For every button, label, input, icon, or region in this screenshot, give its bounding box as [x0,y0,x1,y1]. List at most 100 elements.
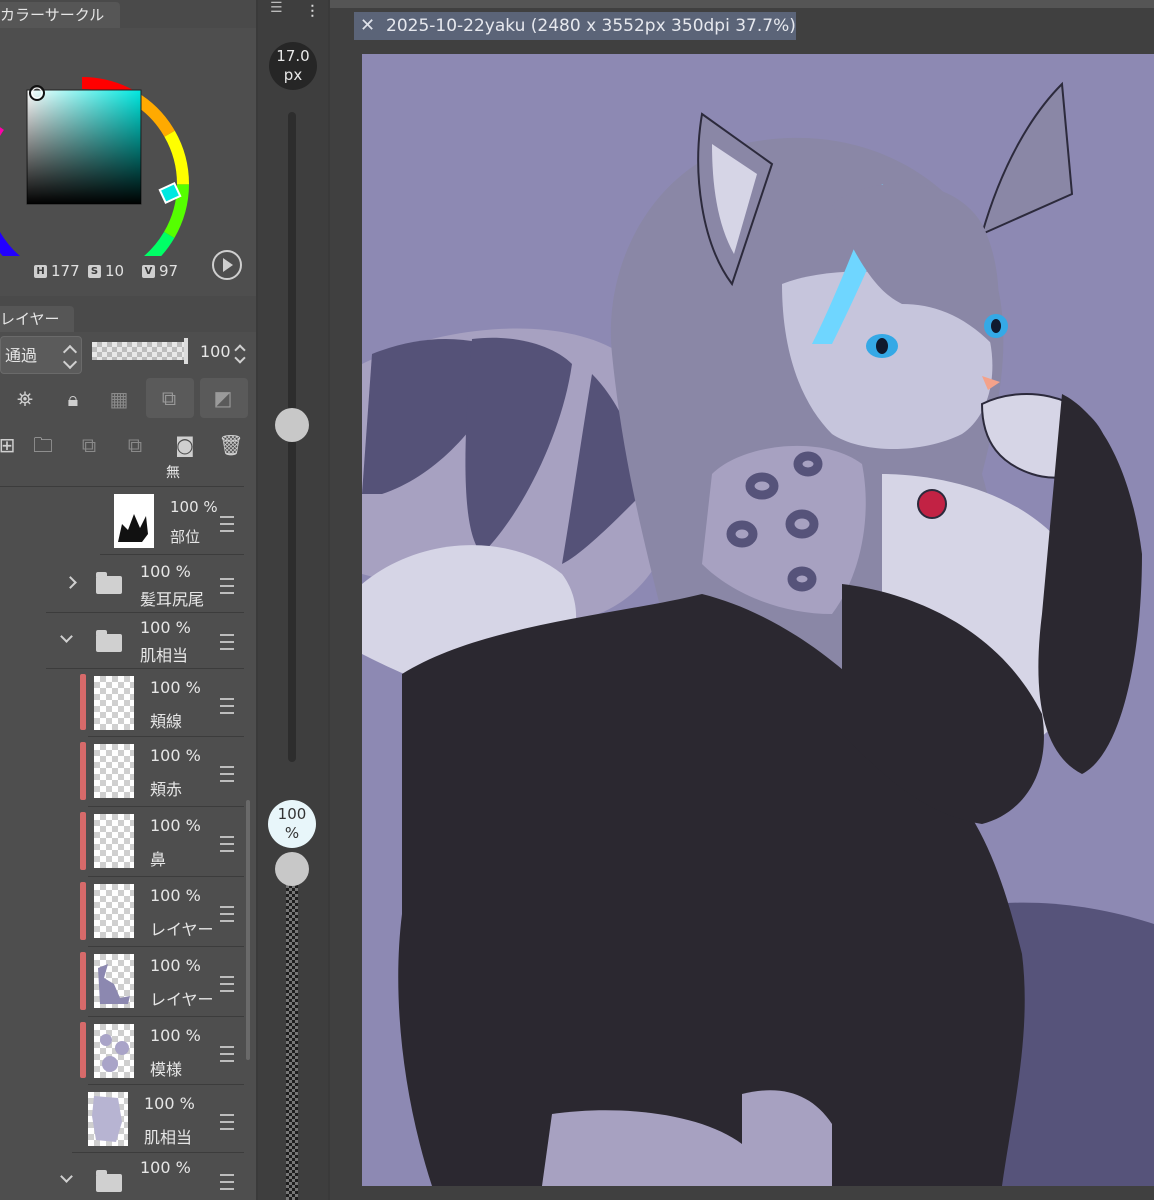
saturation-value: 10 [105,262,125,280]
layer-name: 頬赤 [150,780,183,799]
hue-readout: H 177 [34,262,80,280]
reference-layer-button[interactable]: ◩ [200,378,248,418]
layer-color-tag [80,1022,86,1078]
menu-icon[interactable] [220,634,234,650]
brush-size-handle[interactable] [275,408,309,442]
menu-icon[interactable] [220,906,234,922]
document-tab[interactable]: 2025-10-22yaku (2480 x 3552px 350dpi 37.… [354,12,796,40]
new-folder-icon[interactable]: 🗀 [28,430,58,460]
brush-opacity-unit: % [284,824,300,842]
document-tab-title: 2025-10-22yaku (2480 x 3552px 350dpi 37.… [386,16,796,36]
layer-opacity: 100 % [150,1026,201,1045]
layer-name: 部位 [170,528,201,546]
layer-name: レイヤー [150,920,214,939]
brush-opacity-indicator: 100 % [268,800,316,848]
color-wheel[interactable] [0,36,196,256]
layer-row[interactable]: 100 % 模様 [88,1018,244,1085]
menu-icon[interactable] [220,976,234,992]
layer-row[interactable]: 100 % レイヤー [88,948,244,1017]
layer-row[interactable]: 100 % 鼻 [88,808,244,877]
close-icon[interactable]: ✕ [360,12,375,40]
layer-thumbnail [88,1092,128,1146]
brush-opacity-slider[interactable] [286,870,298,1200]
saturation-label: S [88,265,101,278]
layer-color-tag [80,952,86,1010]
new-layer-icon[interactable]: ⊞ [0,430,22,460]
menu-icon[interactable] [220,1046,234,1062]
chevron-down-icon [62,354,78,370]
layer-opacity: 100 % [150,816,201,835]
chevron-right-icon[interactable] [64,576,77,589]
folder-open-icon [96,630,122,652]
color-circle-tab-label: カラーサークル [0,6,105,24]
layer-opacity-value[interactable]: 100 [200,342,231,361]
layer-name: レイヤー [150,990,214,1009]
merge-down-icon[interactable]: ⧉ [120,430,150,460]
layer-folder-row[interactable]: 100 % 肌相当 [46,614,244,669]
brush-opacity-value: 100 [277,805,307,823]
folder-icon [96,572,122,594]
chevron-down-icon[interactable] [60,630,73,643]
menu-icon[interactable] [220,516,234,532]
value-readout: V 97 [142,262,178,280]
play-icon[interactable] [212,250,242,280]
blend-mode-select[interactable]: 通過 [0,336,82,374]
layer-color-tag [80,674,86,730]
saturation-value-square[interactable] [26,89,142,205]
lock-transparency-icon[interactable]: ▦ [104,384,134,414]
hue-value: 177 [51,262,80,280]
layer-row[interactable]: 100 % 肌相当 [72,1086,244,1153]
clipping-button[interactable]: ⧉ [146,378,194,418]
layer-color-tag [80,882,86,940]
lock-icon[interactable]: 🔒︎ [58,384,88,414]
clipping-icon: ⧉ [161,386,177,410]
layer-thumbnail [94,954,134,1008]
brush-opacity-handle[interactable] [275,852,309,886]
lighthouse-icon[interactable]: ⛯ [10,384,40,414]
color-circle-tab[interactable]: カラーサークル [0,2,120,28]
layer-folder-row[interactable]: 100 % [46,1154,244,1200]
layer-row[interactable]: 100 % 頬赤 [88,738,244,807]
layer-opacity: 100 % [144,1094,195,1113]
layer-color-tag [80,742,86,800]
layer-row[interactable]: 100 % レイヤー [88,878,244,947]
layer-thumbnail [94,744,134,798]
chevron-down-icon[interactable] [60,1170,73,1183]
layer-tab-label: レイヤー [0,310,60,328]
menu-icon[interactable] [220,766,234,782]
brush-size-unit: px [283,66,303,84]
layer-mask-icon[interactable]: ◙ [170,430,200,460]
layer-scrollbar[interactable] [246,800,250,1060]
layer-thumbnail [94,1024,134,1078]
layer-name: 無 [166,465,180,481]
layer-tab[interactable]: レイヤー [0,306,74,332]
menu-icon[interactable] [220,698,234,714]
layer-row[interactable]: 無 [0,465,244,487]
layer-opacity: 100 % [150,678,201,697]
menu-icon[interactable] [220,1174,234,1190]
transfer-down-icon[interactable]: ⧉ [74,430,104,460]
artwork-pendant [917,489,947,519]
layer-thumbnail [94,814,134,868]
layer-name: 鼻 [150,850,167,869]
brush-settings-icon[interactable]: ⫶ [310,2,315,23]
hue-label: H [34,265,47,278]
layer-thumbnail [114,494,154,548]
menu-icon[interactable] [220,578,234,594]
layer-name: 模様 [150,1060,183,1079]
tab-strip [330,0,1154,8]
menu-icon[interactable] [220,1114,234,1130]
trash-icon[interactable]: 🗑︎ [216,430,246,460]
menu-icon[interactable]: ☰ [270,0,283,16]
left-panel: カラーサークル H 177 S 10 V 97 レイヤー 通過 100 ⛯ 🔒︎… [0,0,256,1200]
brush-size-indicator: 17.0 px [269,42,317,90]
blend-mode-value: 通過 [5,346,38,365]
layer-name: 肌相当 [144,1128,193,1147]
canvas-artwork[interactable] [362,54,1154,1186]
layer-opacity-slider[interactable] [92,338,188,364]
menu-icon[interactable] [220,836,234,852]
layer-row[interactable]: 100 % 頬線 [88,670,244,737]
layer-row[interactable]: 100 % 部位 [100,488,244,555]
layer-thumbnail [94,884,134,938]
layer-folder-row[interactable]: 100 % 髪耳尻尾 [46,556,244,613]
